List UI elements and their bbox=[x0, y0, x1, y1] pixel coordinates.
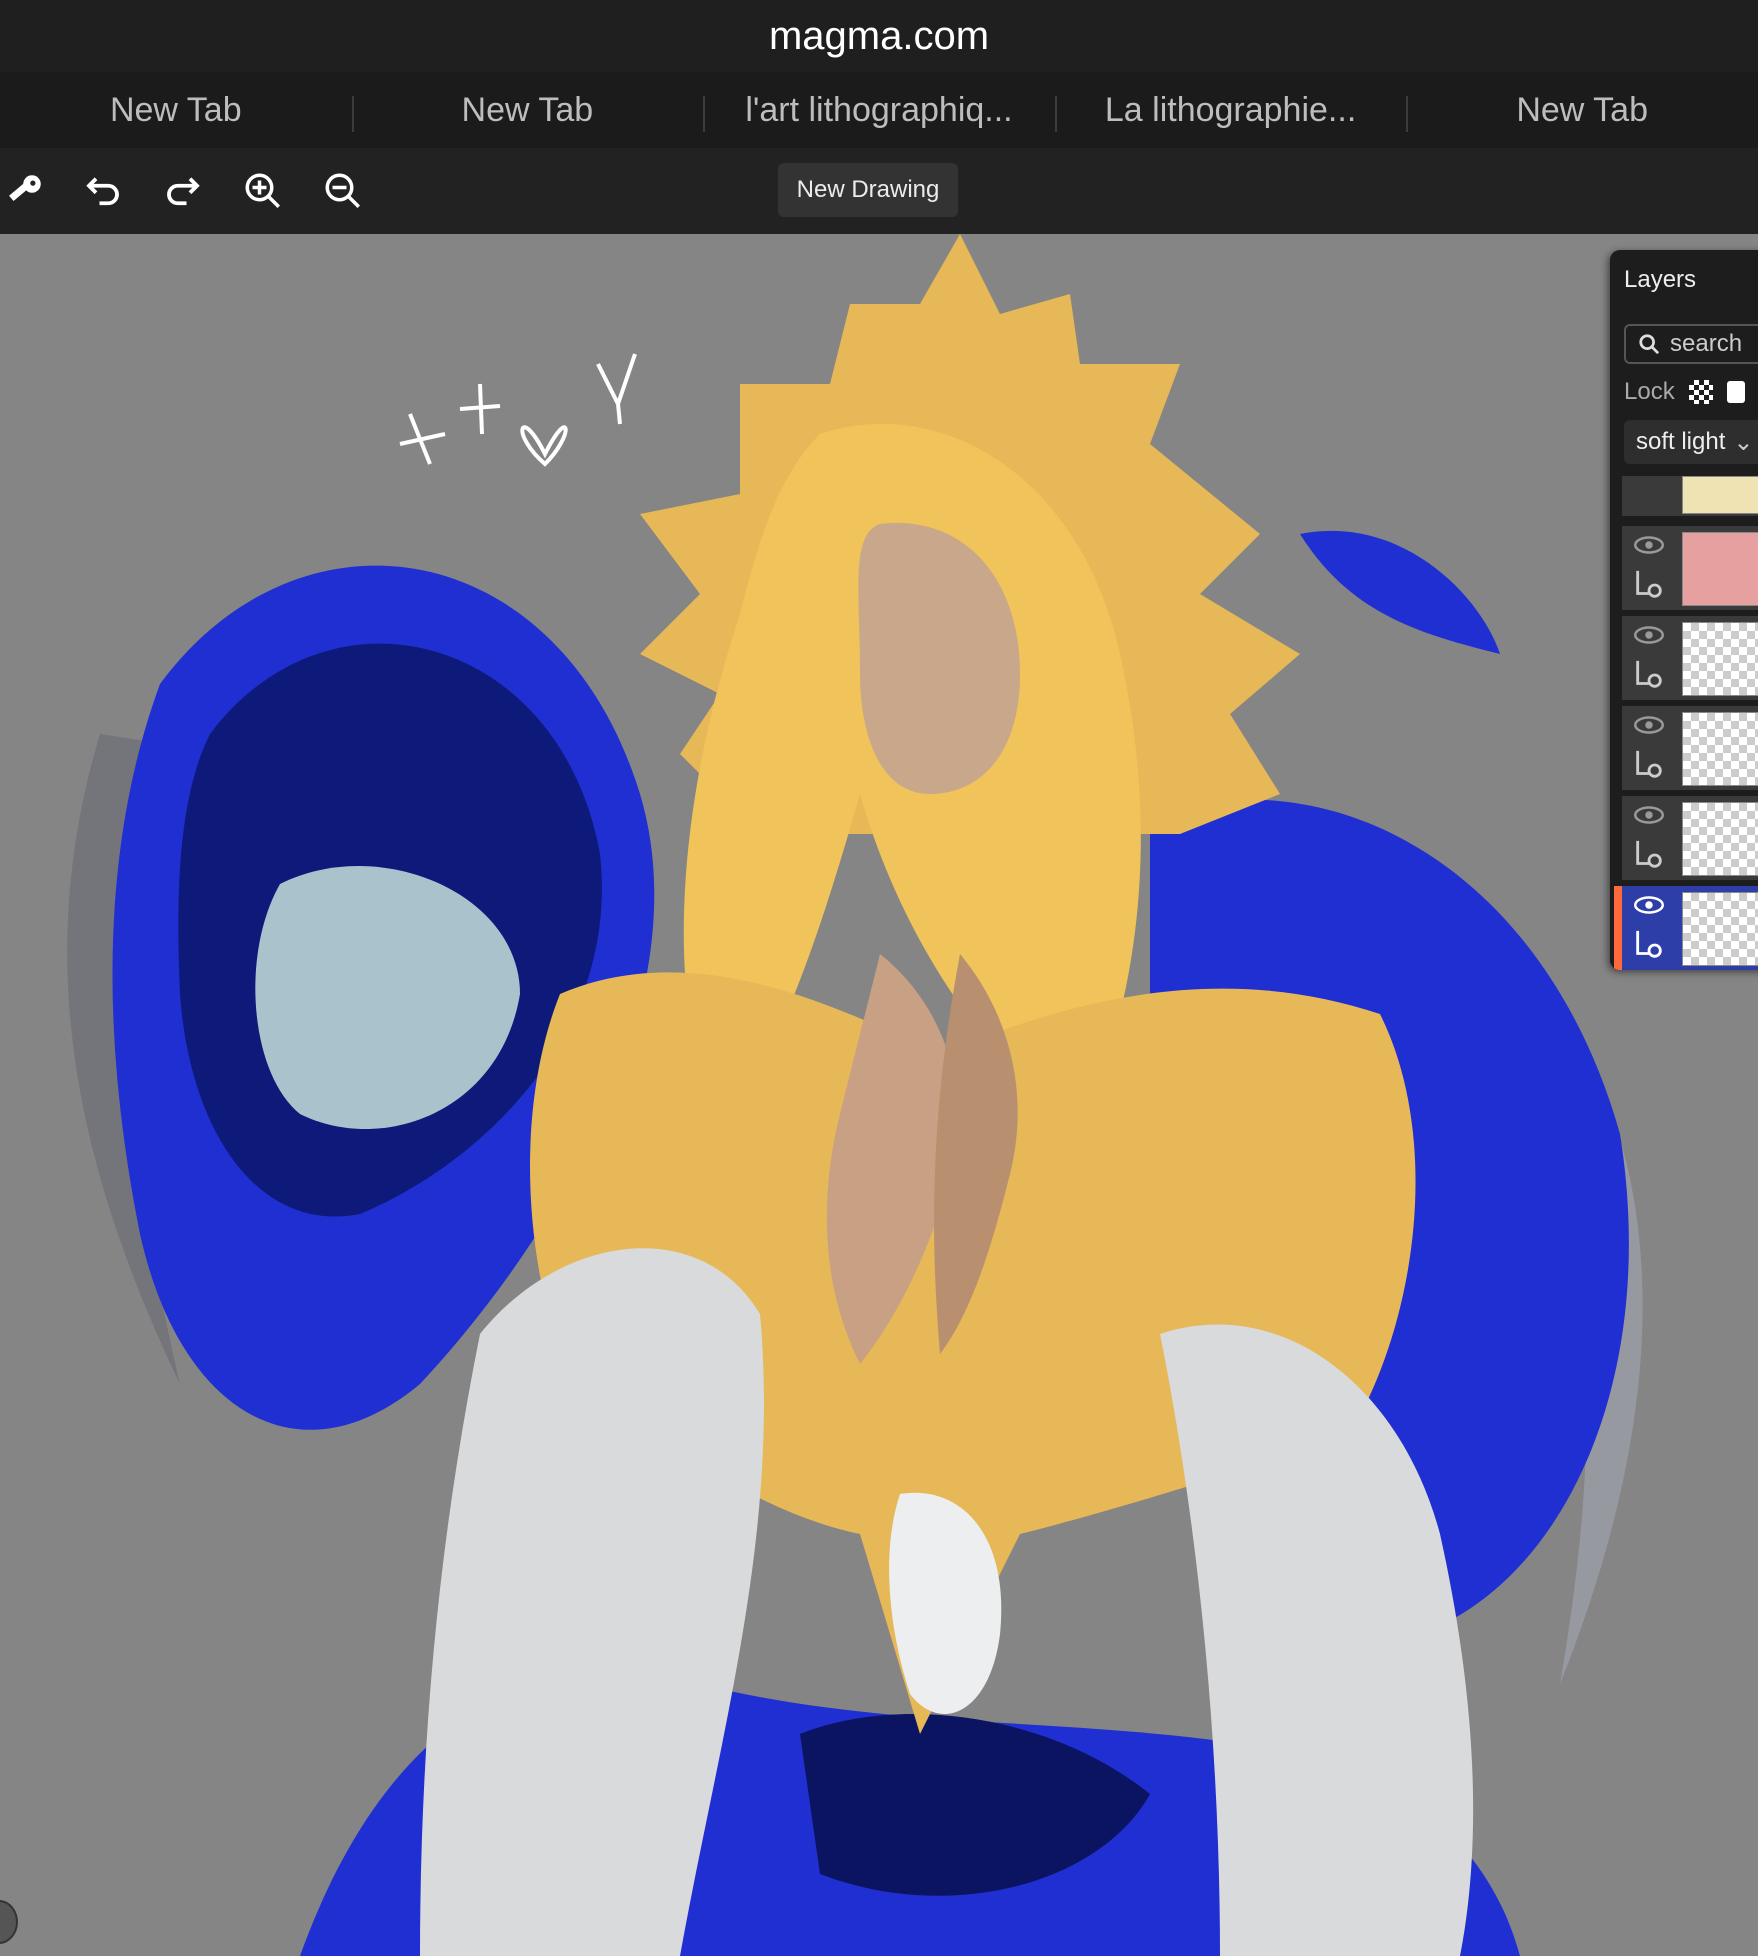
layer-search-input[interactable]: search bbox=[1624, 324, 1758, 364]
clip-eye-icon[interactable] bbox=[1632, 928, 1666, 962]
url-text: magma.com bbox=[768, 13, 990, 58]
layer-row[interactable] bbox=[1622, 796, 1758, 886]
layer-thumbnail bbox=[1682, 712, 1758, 786]
tab-label: New Tab bbox=[1516, 90, 1648, 129]
layers-panel: Layers search Lock soft light ⌄ bbox=[1610, 250, 1758, 970]
chevron-down-icon: ⌄ bbox=[1733, 428, 1754, 456]
layer-row[interactable] bbox=[1622, 476, 1758, 522]
clip-eye-icon[interactable] bbox=[1632, 838, 1666, 872]
eye-icon[interactable] bbox=[1634, 624, 1664, 646]
layer-thumbnail bbox=[1682, 892, 1758, 966]
lock-row: Lock bbox=[1624, 378, 1745, 406]
layer-row-active[interactable] bbox=[1614, 886, 1758, 970]
layer-thumbnail bbox=[1682, 802, 1758, 876]
tab-2[interactable]: New Tab bbox=[351, 72, 704, 148]
blend-mode-value: soft light bbox=[1636, 428, 1726, 455]
lock-label: Lock bbox=[1624, 378, 1675, 405]
blend-mode-select[interactable]: soft light ⌄ bbox=[1624, 420, 1758, 464]
tab-5[interactable]: New Tab bbox=[1406, 72, 1758, 148]
artwork bbox=[0, 234, 1758, 1956]
address-bar[interactable]: magma.com bbox=[0, 0, 1758, 72]
eye-icon[interactable] bbox=[1634, 894, 1664, 916]
undo-icon[interactable] bbox=[78, 166, 128, 216]
tab-label: La lithographie... bbox=[1104, 90, 1357, 129]
layers-title: Layers bbox=[1624, 266, 1697, 293]
layer-row[interactable] bbox=[1622, 616, 1758, 706]
eye-icon[interactable] bbox=[1634, 804, 1664, 826]
layer-thumbnail bbox=[1682, 476, 1758, 514]
layer-row[interactable] bbox=[1622, 706, 1758, 796]
tab-label: New Tab bbox=[109, 90, 242, 129]
search-icon bbox=[1639, 334, 1660, 355]
search-placeholder: search bbox=[1670, 330, 1743, 357]
tab-1[interactable]: New Tab bbox=[0, 72, 352, 148]
eye-icon[interactable] bbox=[1634, 714, 1664, 736]
clip-eye-icon[interactable] bbox=[1632, 748, 1666, 782]
lock-transparency-icon[interactable] bbox=[1688, 380, 1713, 404]
tab-4[interactable]: La lithographie... bbox=[1054, 72, 1407, 148]
key-icon[interactable] bbox=[0, 166, 50, 216]
new-drawing-button[interactable]: New Drawing bbox=[778, 163, 958, 217]
layer-row[interactable] bbox=[1622, 526, 1758, 616]
redo-icon[interactable] bbox=[158, 166, 208, 216]
clip-eye-icon[interactable] bbox=[1632, 658, 1666, 692]
zoom-in-icon[interactable] bbox=[238, 166, 288, 216]
layer-thumbnail bbox=[1682, 622, 1758, 696]
layer-thumbnail bbox=[1682, 532, 1758, 606]
tab-label: New Tab bbox=[461, 90, 594, 129]
zoom-out-icon[interactable] bbox=[318, 166, 368, 216]
lock-icon[interactable] bbox=[1726, 381, 1745, 403]
eye-icon[interactable] bbox=[1634, 534, 1664, 556]
clip-eye-icon[interactable] bbox=[1632, 568, 1666, 602]
drawing-canvas[interactable] bbox=[0, 234, 1758, 1956]
tab-3[interactable]: l'art lithographiq... bbox=[703, 72, 1055, 148]
tab-strip: New Tab New Tab l'art lithographiq... La… bbox=[0, 72, 1758, 149]
tab-label: l'art lithographiq... bbox=[745, 90, 1013, 129]
